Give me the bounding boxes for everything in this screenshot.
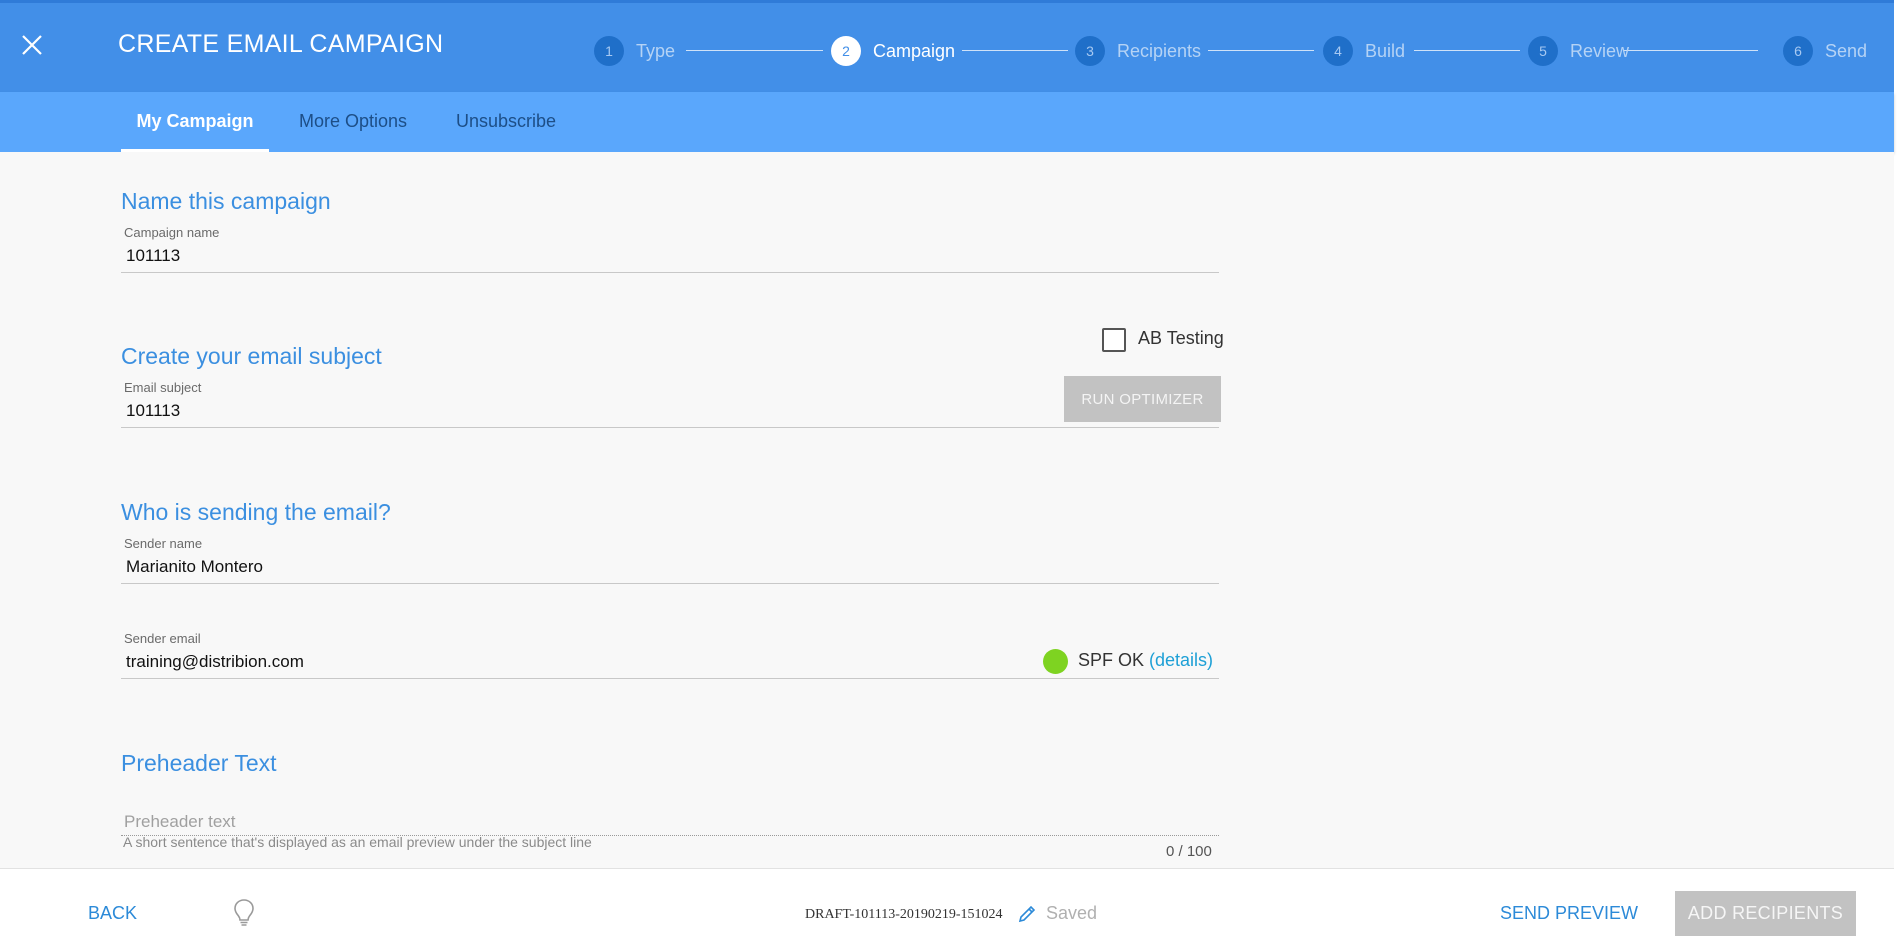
spf-status: SPF OK (details) xyxy=(1078,650,1213,671)
step-connector xyxy=(686,50,823,51)
preheader-help-text: A short sentence that's displayed as an … xyxy=(123,834,592,850)
step-label: Campaign xyxy=(873,40,956,61)
step-label: Type xyxy=(636,40,676,61)
section-title-subject: Create your email subject xyxy=(121,343,382,369)
step-label: Review xyxy=(1570,40,1630,61)
ab-testing-checkbox[interactable] xyxy=(1102,328,1126,352)
header-bar: CREATE EMAIL CAMPAIGN 1 Type 2 Campaign … xyxy=(0,0,1894,92)
campaign-form: Name this campaign Campaign name 101113 … xyxy=(0,152,1894,868)
tab-more-options[interactable]: More Options xyxy=(290,92,416,152)
step-number: 6 xyxy=(1783,36,1813,66)
progress-stepper: 1 Type 2 Campaign 3 Recipients 4 Build 5… xyxy=(594,35,1867,67)
campaign-name-input[interactable]: 101113 xyxy=(126,246,180,266)
send-preview-button[interactable]: SEND PREVIEW xyxy=(1500,903,1638,924)
run-optimizer-button[interactable]: RUN OPTIMIZER xyxy=(1064,376,1221,422)
step-review[interactable]: 5 Review xyxy=(1528,35,1629,67)
ab-testing-label: AB Testing xyxy=(1138,328,1224,348)
step-recipients[interactable]: 3 Recipients xyxy=(1075,35,1201,67)
sender-email-input[interactable]: training@distribion.com xyxy=(126,652,304,672)
step-number: 4 xyxy=(1323,36,1353,66)
page-title: CREATE EMAIL CAMPAIGN xyxy=(118,30,444,58)
step-build[interactable]: 4 Build xyxy=(1323,35,1405,67)
field-label: Sender name xyxy=(124,536,203,551)
sender-name-input[interactable]: Marianito Montero xyxy=(126,557,263,577)
field-label: Campaign name xyxy=(124,225,220,240)
field-label: Email subject xyxy=(124,380,202,395)
tab-bar: My Campaign More Options Unsubscribe xyxy=(0,92,1894,152)
step-number: 2 xyxy=(831,36,861,66)
step-label: Recipients xyxy=(1117,40,1202,61)
step-number: 5 xyxy=(1528,36,1558,66)
step-connector xyxy=(1624,50,1758,51)
field-label: Sender email xyxy=(124,631,201,646)
preheader-char-counter: 0 / 100 xyxy=(1166,843,1212,860)
step-type[interactable]: 1 Type xyxy=(594,35,675,67)
email-subject-field[interactable]: Email subject 101113 xyxy=(121,380,1219,428)
section-title-name: Name this campaign xyxy=(121,188,331,214)
sender-name-field[interactable]: Sender name Marianito Montero xyxy=(121,536,1219,584)
spf-status-text: SPF OK xyxy=(1078,650,1145,670)
campaign-name-field[interactable]: Campaign name 101113 xyxy=(121,225,1219,273)
spf-status-dot-icon xyxy=(1043,649,1068,674)
draft-name: DRAFT-101113-20190219-151024 xyxy=(805,907,1003,922)
step-campaign[interactable]: 2 Campaign xyxy=(831,35,955,67)
add-recipients-button[interactable]: ADD RECIPIENTS xyxy=(1675,891,1856,936)
step-label: Send xyxy=(1825,40,1868,61)
section-title-sender: Who is sending the email? xyxy=(121,499,391,525)
tab-my-campaign[interactable]: My Campaign xyxy=(121,92,269,152)
back-button[interactable]: BACK xyxy=(88,903,137,924)
step-connector xyxy=(962,50,1068,51)
spf-details-link[interactable]: (details) xyxy=(1149,650,1213,670)
footer-bar: BACK DRAFT-101113-20190219-151024 Saved … xyxy=(0,868,1894,948)
step-connector xyxy=(1208,50,1314,51)
step-label: Build xyxy=(1365,40,1406,61)
lightbulb-icon[interactable] xyxy=(233,898,255,928)
step-send[interactable]: 6 Send xyxy=(1783,35,1867,67)
tab-unsubscribe[interactable]: Unsubscribe xyxy=(448,92,564,152)
preheader-input[interactable]: Preheader text xyxy=(124,812,236,832)
saved-status: Saved xyxy=(1046,903,1098,923)
section-title-preheader: Preheader Text xyxy=(121,750,277,776)
step-connector xyxy=(1414,50,1520,51)
close-icon[interactable] xyxy=(18,31,46,59)
email-subject-input[interactable]: 101113 xyxy=(126,401,180,421)
step-number: 3 xyxy=(1075,36,1105,66)
pencil-edit-icon[interactable] xyxy=(1017,904,1037,924)
step-number: 1 xyxy=(594,36,624,66)
